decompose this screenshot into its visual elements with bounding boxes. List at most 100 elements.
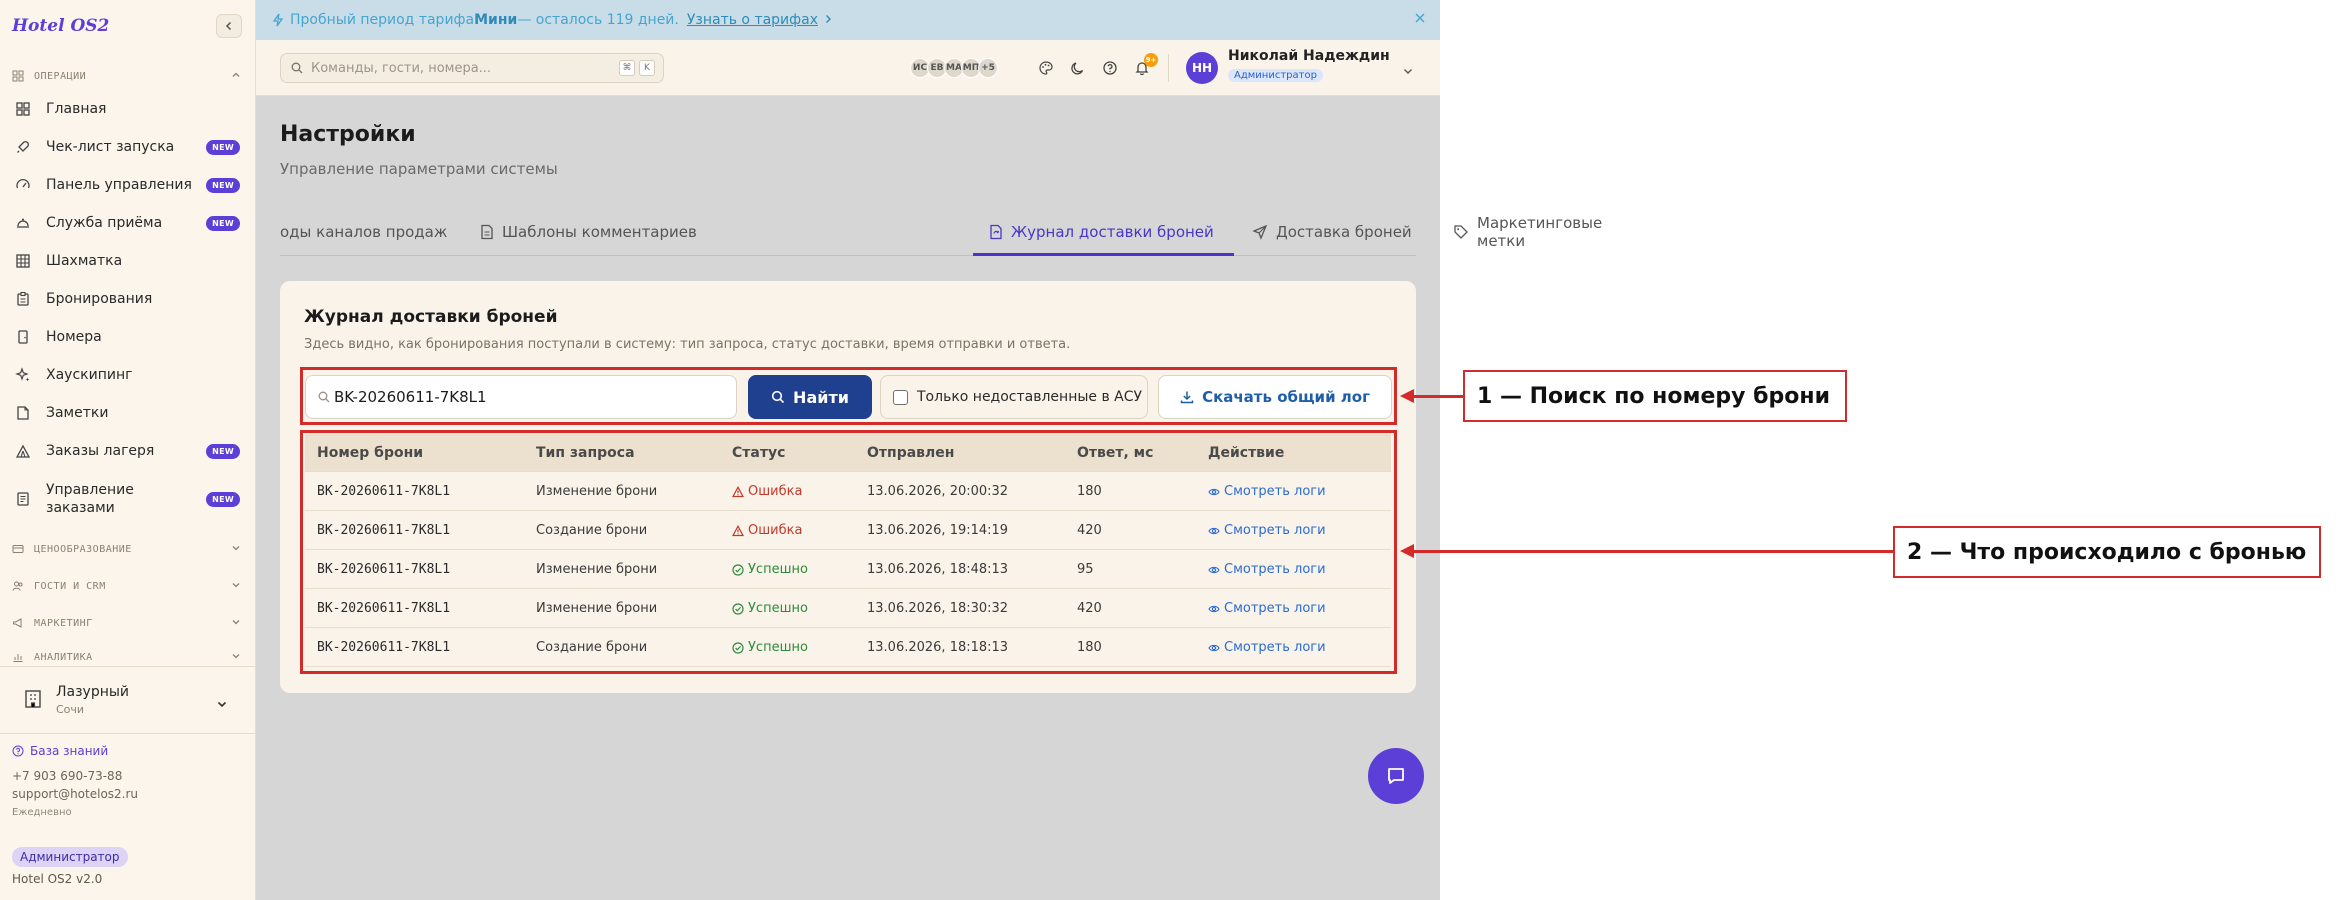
moon-icon[interactable] xyxy=(1066,56,1090,80)
tab-booking-delivery[interactable]: Доставка броней xyxy=(1252,208,1412,256)
users-icon xyxy=(12,580,26,592)
tab-label: Маркетинговые метки xyxy=(1477,214,1603,250)
app-version: Hotel OS2 v2.0 xyxy=(12,872,103,886)
page-title: Настройки xyxy=(280,122,416,147)
section-pricing[interactable]: ЦЕНООБРАЗОВАНИЕ xyxy=(12,541,241,557)
sidebar-collapse-button[interactable] xyxy=(216,14,242,38)
page-subtitle: Управление параметрами системы xyxy=(280,160,558,178)
sidebar-item-housekeeping[interactable]: Хаускипинг xyxy=(12,359,240,391)
new-badge: NEW xyxy=(206,177,240,193)
tab-label: Журнал доставки броней xyxy=(1011,223,1214,241)
role-badge: Администратор xyxy=(12,847,128,867)
online-users[interactable]: ИС ЕВ МА МП +5 xyxy=(910,58,998,78)
support-phone[interactable]: +7 903 690-73-88 xyxy=(12,769,122,783)
section-label: МАРКЕТИНГ xyxy=(34,617,93,629)
chevron-down-icon xyxy=(231,543,241,556)
annotation-1: 1 — Поиск по номеру брони xyxy=(1463,370,1847,422)
sidebar-item-front-desk[interactable]: Служба приёма NEW xyxy=(12,207,240,239)
trial-text-suffix: — осталось 119 дней. xyxy=(517,12,679,28)
tab-label: оды каналов продаж xyxy=(280,223,448,241)
chevron-up-icon xyxy=(231,70,241,83)
close-icon[interactable] xyxy=(1414,12,1426,28)
clipboard-icon xyxy=(12,288,34,310)
sidebar-item-label: Служба приёма xyxy=(46,215,163,231)
annotation-2: 2 — Что происходило с бронью xyxy=(1893,526,2321,578)
sidebar-item-control-panel[interactable]: Панель управления NEW xyxy=(12,169,240,201)
tab-booking-delivery-log[interactable]: Журнал доставки броней xyxy=(989,208,1214,256)
sidebar-item-bookings[interactable]: Бронирования xyxy=(12,283,240,315)
chat-icon xyxy=(1388,768,1404,784)
lightning-icon xyxy=(272,13,284,27)
user-avatar[interactable]: НН xyxy=(1186,52,1218,84)
card-description: Здесь видно, как бронирования поступали … xyxy=(304,337,1071,352)
knowledge-base-link[interactable]: База знаний xyxy=(12,744,108,758)
hotel-city: Сочи xyxy=(56,703,85,716)
sidebar-item-label: Главная xyxy=(46,101,107,117)
gauge-icon xyxy=(12,174,34,196)
wallet-icon xyxy=(12,543,26,555)
card-title: Журнал доставки броней xyxy=(304,307,558,327)
sidebar-item-home[interactable]: Главная xyxy=(12,93,240,125)
arrow-1-line xyxy=(1412,395,1464,398)
kbd-k: K xyxy=(639,60,655,76)
section-label: ГОСТИ И CRM xyxy=(34,580,106,592)
sidebar-item-rooms[interactable]: Номера xyxy=(12,321,240,353)
section-analytics[interactable]: АНАЛИТИКА xyxy=(12,651,241,663)
new-badge: NEW xyxy=(206,443,240,459)
tab-marketing-tags[interactable]: Маркетинговые метки xyxy=(1453,208,1602,256)
trial-plan: Мини xyxy=(474,12,518,28)
hotel-switcher[interactable]: Лазурный Сочи xyxy=(0,666,256,734)
tab-sales-channel-codes[interactable]: оды каналов продаж xyxy=(280,208,447,256)
screen: Hotel OS2 ОПЕРАЦИИ Главная Чек-лист запу… xyxy=(0,0,2344,900)
rocket-icon xyxy=(12,136,34,158)
tent-icon xyxy=(12,440,34,462)
sidebar-item-launch-checklist[interactable]: Чек-лист запуска NEW xyxy=(12,131,240,163)
sidebar-item-label: Бронирования xyxy=(46,291,153,307)
document-icon xyxy=(480,224,494,240)
brand-logo[interactable]: Hotel OS2 xyxy=(12,16,109,36)
support-email[interactable]: support@hotelos2.ru xyxy=(12,787,138,801)
section-label: ЦЕНООБРАЗОВАНИЕ xyxy=(34,543,132,555)
sidebar-item-order-management[interactable]: Управление заказами NEW xyxy=(12,479,240,519)
sidebar-item-chessboard[interactable]: Шахматка xyxy=(12,245,240,277)
support-schedule: Ежедневно xyxy=(12,807,72,818)
tab-label: Доставка броней xyxy=(1276,223,1412,241)
section-marketing[interactable]: МАРКЕТИНГ xyxy=(12,615,241,631)
pricing-link[interactable]: Узнать о тарифах xyxy=(687,12,818,28)
sidebar-item-label: Хаускипинг xyxy=(46,367,133,383)
top-header: Команды, гости, номера... ⌘ K ИС ЕВ МА М… xyxy=(256,40,1440,96)
help-icon[interactable] xyxy=(1098,56,1122,80)
chart-icon xyxy=(12,651,26,663)
building-icon xyxy=(24,689,42,713)
active-tab-indicator xyxy=(973,253,1234,256)
bell-icon[interactable]: 9+ xyxy=(1130,53,1158,80)
send-icon xyxy=(1252,224,1268,240)
sparkles-icon xyxy=(12,364,34,386)
chevron-down-icon[interactable] xyxy=(1402,62,1414,81)
section-guests-crm[interactable]: ГОСТИ И CRM xyxy=(12,578,241,594)
tab-comment-templates[interactable]: Шаблоны комментариев xyxy=(480,208,697,256)
new-badge: NEW xyxy=(206,491,240,507)
command-search[interactable]: Команды, гости, номера... ⌘ K xyxy=(280,53,664,83)
sidebar-item-label: Номера xyxy=(46,329,102,345)
sidebar: Hotel OS2 ОПЕРАЦИИ Главная Чек-лист запу… xyxy=(0,0,256,900)
user-name[interactable]: Николай Надеждин xyxy=(1228,48,1390,64)
header-divider xyxy=(1168,54,1169,82)
sidebar-item-camp-orders[interactable]: Заказы лагеря NEW xyxy=(12,435,240,467)
note-icon xyxy=(12,402,34,424)
avatar-more: +5 xyxy=(978,58,998,78)
sidebar-item-label: Управление заказами xyxy=(46,482,134,516)
highlight-search-area xyxy=(300,367,1397,425)
user-role-badge: Администратор xyxy=(1228,69,1323,82)
section-operations[interactable]: ОПЕРАЦИИ xyxy=(12,68,241,84)
sidebar-item-label: Шахматка xyxy=(46,253,123,269)
palette-icon[interactable] xyxy=(1034,56,1058,80)
arrow-2-line xyxy=(1412,550,1894,553)
bell-service-icon xyxy=(12,212,34,234)
sidebar-item-notes[interactable]: Заметки xyxy=(12,397,240,429)
kbd-command: ⌘ xyxy=(619,60,635,76)
megaphone-icon xyxy=(12,617,26,629)
new-badge: NEW xyxy=(206,215,240,231)
help-circle-icon xyxy=(12,745,24,757)
chat-button[interactable] xyxy=(1368,748,1424,804)
